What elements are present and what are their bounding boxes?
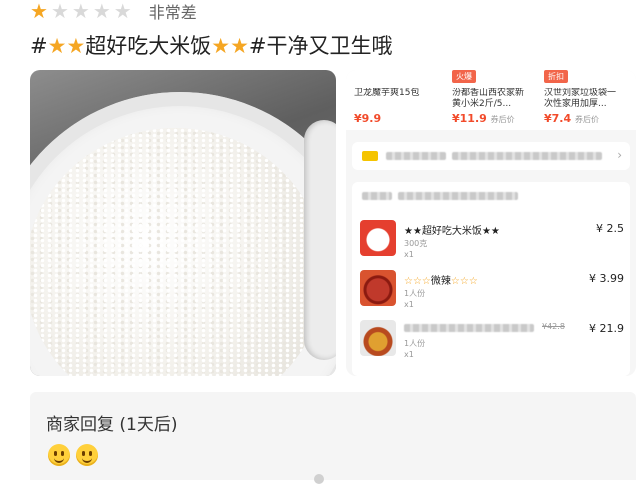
blurred-text xyxy=(398,192,518,200)
item-name: ★★超好吃大米饭★★ xyxy=(404,226,500,237)
scroll-indicator xyxy=(314,474,324,484)
review-photo-rice[interactable] xyxy=(30,70,336,376)
star-icon-filled: ★ xyxy=(30,0,48,23)
order-line-item: ☆☆☆微辣☆☆☆ 1人份 x1 ¥ 3.99 xyxy=(352,270,630,310)
blurred-text xyxy=(386,152,446,160)
item-qty: x1 xyxy=(404,300,414,309)
rice-thumb-image xyxy=(360,220,396,256)
merchant-reply: 商家回复 (1天后) xyxy=(30,392,636,480)
item-qty: x1 xyxy=(404,350,414,359)
notice-bar: › xyxy=(352,142,630,170)
notice-icon xyxy=(362,151,378,161)
blurred-text xyxy=(452,152,602,160)
rec-price: ¥7.4 券后价 xyxy=(544,112,599,125)
rec-tag: 折扣 xyxy=(544,70,568,83)
rating-label: 非常差 xyxy=(148,3,197,22)
recommendation-item: 火爆 汾都香山西农家新黄小米2斤/5... ¥11.9 券后价 xyxy=(444,70,534,130)
item-name: ☆☆☆微辣☆☆☆ xyxy=(404,276,478,287)
item-spec: 1人份 xyxy=(404,289,426,298)
rec-name: 汾都香山西农家新黄小米2斤/5... xyxy=(452,88,525,109)
bowl-rim xyxy=(304,120,336,360)
review-photo-order-screenshot[interactable]: 卫龙魔芋爽15包 ¥9.9 火爆 汾都香山西农家新黄小米2斤/5... ¥11.… xyxy=(346,70,636,376)
item-spec: 1人份 xyxy=(404,339,426,348)
decor-stars: ★★ xyxy=(211,34,249,58)
hashtag-prefix: #★★ xyxy=(30,34,86,58)
item-price: ¥ 21.9 xyxy=(589,322,624,335)
rec-price: ¥9.9 xyxy=(354,112,382,125)
recommendation-item: 折扣 汉世刘家垃圾袋一次性家用加厚... ¥7.4 券后价 xyxy=(536,70,626,130)
order-line-item: ¥42.8 1人份 x1 ¥ 21.9 xyxy=(352,320,630,360)
recommendation-item: 卫龙魔芋爽15包 ¥9.9 xyxy=(346,70,436,130)
order-line-item: ★★超好吃大米饭★★ 300克 x1 ¥ 2.5 xyxy=(352,220,630,260)
food-name: 超好吃大米饭 xyxy=(85,34,212,58)
chevron-right-icon: › xyxy=(617,148,622,162)
dish-thumb-image xyxy=(360,270,396,306)
rec-name: 汉世刘家垃圾袋一次性家用加厚... xyxy=(544,88,617,109)
smile-emoji-icon xyxy=(76,444,98,466)
item-price: ¥ 3.99 xyxy=(589,272,624,285)
smile-emoji-icon xyxy=(48,444,70,466)
reply-label: 商家回复 (1天后) xyxy=(46,415,178,435)
item-old-price: ¥42.8 xyxy=(542,322,565,331)
item-qty: x1 xyxy=(404,250,414,259)
recommendation-row: 卫龙魔芋爽15包 ¥9.9 火爆 汾都香山西农家新黄小米2斤/5... ¥11.… xyxy=(346,70,636,130)
dish-thumb-image xyxy=(360,320,396,356)
item-spec: 300克 xyxy=(404,239,428,248)
order-card: ★★超好吃大米饭★★ 300克 x1 ¥ 2.5 ☆☆☆微辣☆☆☆ 1人份 x1… xyxy=(352,182,630,376)
blurred-text xyxy=(362,192,392,200)
review-text: #★★超好吃大米饭★★#干净又卫生哦 xyxy=(30,30,393,60)
rec-tag: 火爆 xyxy=(452,70,476,83)
star-icon-empty: ★ xyxy=(50,0,69,23)
blurred-text xyxy=(404,324,534,332)
rec-price: ¥11.9 券后价 xyxy=(452,112,515,125)
star-icon-empty: ★ xyxy=(71,0,90,23)
star-icon-empty: ★ xyxy=(92,0,111,23)
hashtag-suffix: #干净又卫生哦 xyxy=(248,34,393,58)
rating-row: ★ ★ ★ ★ ★ 非常差 xyxy=(30,0,197,22)
star-icon-empty: ★ xyxy=(113,0,132,23)
item-price: ¥ 2.5 xyxy=(596,222,624,235)
rec-name: 卫龙魔芋爽15包 xyxy=(354,88,420,98)
